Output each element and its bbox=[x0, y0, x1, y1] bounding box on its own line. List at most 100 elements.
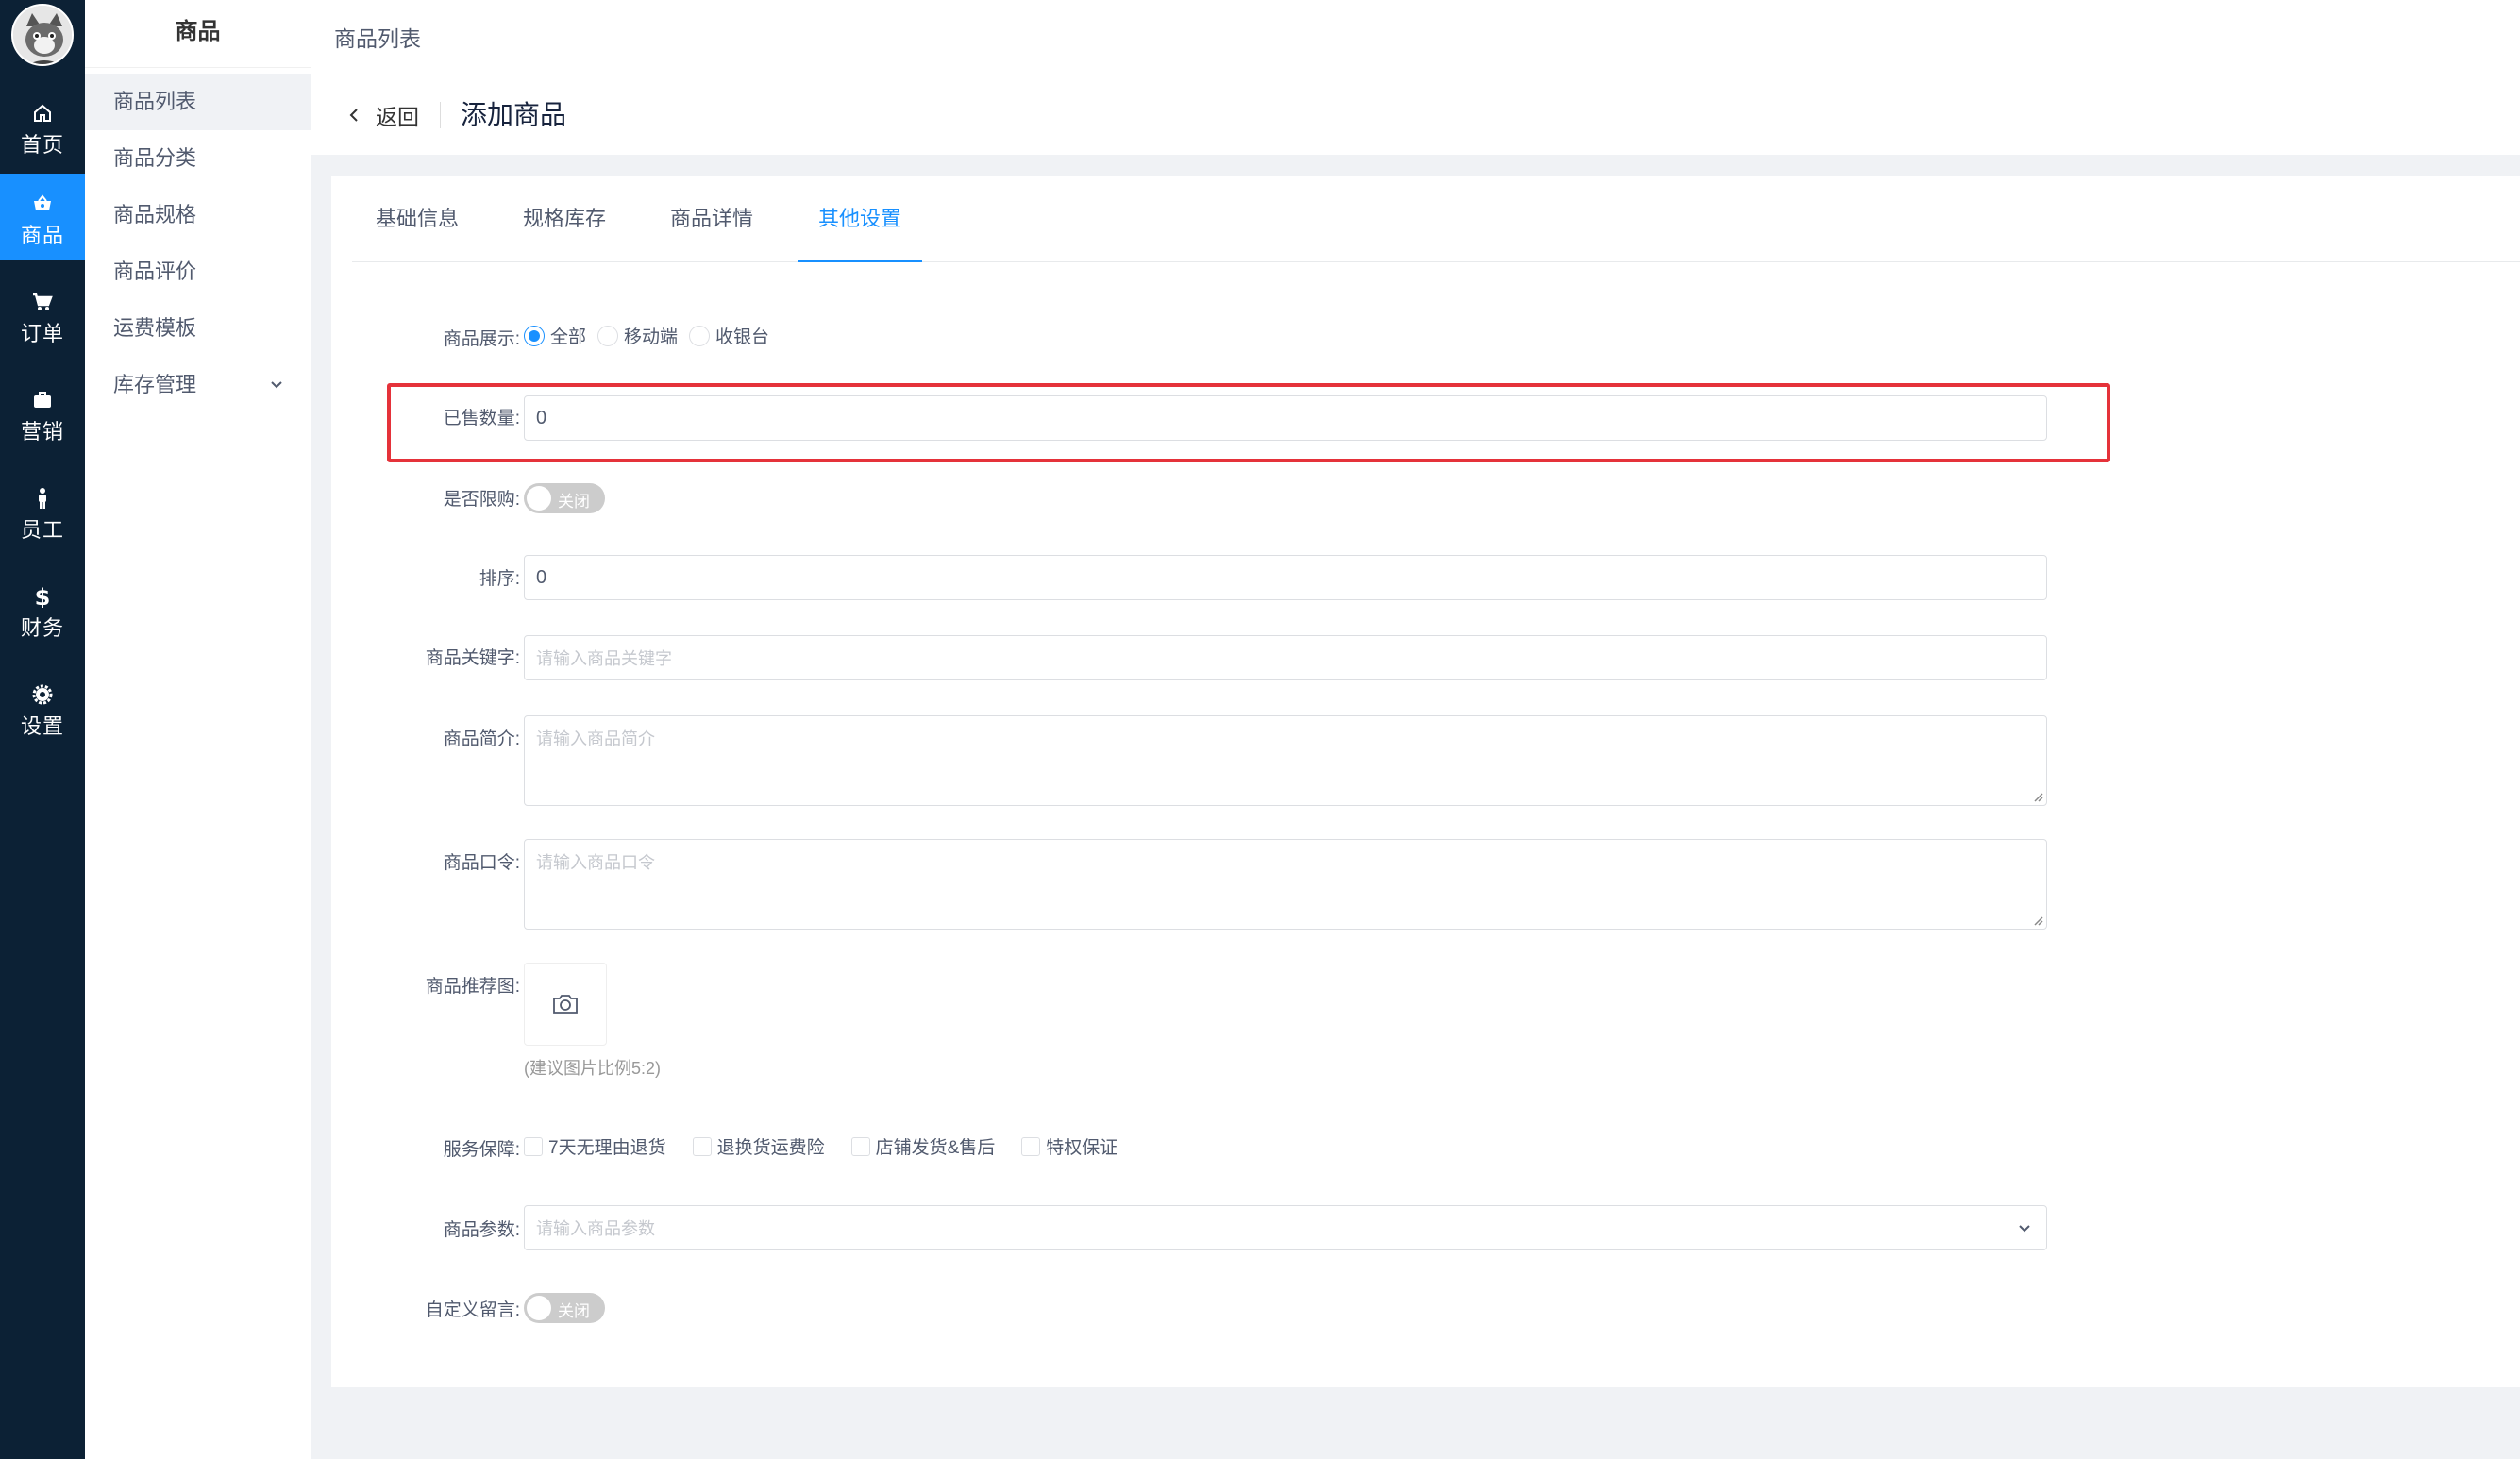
home-icon bbox=[34, 104, 51, 122]
display-option-mobile[interactable]: 移动端 bbox=[597, 323, 678, 348]
resize-handle-icon[interactable] bbox=[2032, 914, 2043, 926]
service-option-7day-return[interactable]: 7天无理由退货 bbox=[524, 1133, 666, 1159]
service-option-return-insurance[interactable]: 退换货运费险 bbox=[692, 1133, 825, 1159]
limit-switch[interactable]: 关闭 bbox=[524, 483, 605, 513]
option-label: 收银台 bbox=[715, 327, 770, 347]
option-label: 特权保证 bbox=[1046, 1138, 1118, 1158]
nav-goods[interactable]: 商品 bbox=[0, 174, 85, 260]
back-label: 返回 bbox=[376, 105, 419, 129]
tab-spec-stock[interactable]: 规格库存 bbox=[518, 176, 611, 262]
submenu-item-label: 商品分类 bbox=[113, 146, 197, 170]
limit-label: 是否限购: bbox=[443, 490, 520, 510]
radio-icon bbox=[689, 325, 711, 346]
nav-home-label: 首页 bbox=[20, 133, 64, 157]
tab-basic-info[interactable]: 基础信息 bbox=[371, 176, 463, 262]
submenu-item-goods-spec[interactable]: 商品规格 bbox=[85, 187, 311, 243]
image-upload[interactable] bbox=[524, 963, 607, 1046]
display-option-all[interactable]: 全部 bbox=[524, 323, 586, 348]
password-label: 商品口令: bbox=[443, 853, 520, 873]
password-textarea[interactable]: 请输入商品口令 bbox=[524, 839, 2047, 930]
option-label: 移动端 bbox=[624, 327, 679, 347]
nav-goods-label: 商品 bbox=[20, 224, 64, 247]
submenu-item-goods-review[interactable]: 商品评价 bbox=[85, 243, 311, 300]
option-label: 全部 bbox=[550, 327, 587, 347]
nav-staff[interactable]: 员工 bbox=[0, 468, 85, 555]
submenu-item-label: 库存管理 bbox=[113, 373, 197, 396]
image-hint: (建议图片比例5:2) bbox=[524, 1059, 662, 1078]
submenu-item-label: 商品评价 bbox=[113, 260, 197, 283]
submenu-title: 商品 bbox=[85, 0, 311, 68]
radio-checked-icon bbox=[524, 325, 545, 346]
cart-icon bbox=[33, 293, 53, 310]
submenu-item-goods-list[interactable]: 商品列表 bbox=[85, 74, 311, 130]
checkbox-icon bbox=[850, 1136, 870, 1156]
params-select[interactable]: 请输入商品参数 bbox=[524, 1205, 2047, 1250]
message-switch[interactable]: 关闭 bbox=[524, 1293, 605, 1323]
intro-label: 商品简介: bbox=[443, 730, 520, 749]
gear-icon bbox=[32, 684, 53, 705]
nav-settings-label: 设置 bbox=[20, 714, 64, 738]
display-radio-group: 全部 移动端 收银台 bbox=[524, 323, 781, 348]
intro-textarea[interactable]: 请输入商品简介 bbox=[524, 715, 2047, 806]
tab-goods-detail[interactable]: 商品详情 bbox=[665, 176, 758, 262]
intro-placeholder: 请输入商品简介 bbox=[536, 730, 655, 748]
submenu-item-goods-category[interactable]: 商品分类 bbox=[85, 130, 311, 187]
submenu-item-shipping-template[interactable]: 运费模板 bbox=[85, 300, 311, 357]
person-icon bbox=[39, 488, 46, 509]
icon-sidebar: 首页 商品 订单 营销 员工 $ 财务 设置 bbox=[0, 0, 85, 1459]
resize-handle-icon[interactable] bbox=[2032, 791, 2043, 802]
nav-settings[interactable]: 设置 bbox=[0, 664, 85, 751]
switch-knob bbox=[527, 486, 551, 511]
submenu: 商品 商品列表 商品分类 商品规格 商品评价 运费模板 库存管理 bbox=[85, 0, 311, 1459]
password-placeholder: 请输入商品口令 bbox=[536, 853, 655, 872]
back-button[interactable]: 返回 bbox=[345, 98, 441, 132]
nav-finance[interactable]: $ 财务 bbox=[0, 566, 85, 653]
nav-marketing-label: 营销 bbox=[20, 420, 64, 444]
radio-icon bbox=[597, 325, 619, 346]
submenu-item-inventory[interactable]: 库存管理 bbox=[85, 357, 311, 413]
switch-text: 关闭 bbox=[558, 1302, 590, 1320]
basket-icon bbox=[34, 194, 51, 210]
nav-home[interactable]: 首页 bbox=[0, 83, 85, 170]
params-label: 商品参数: bbox=[443, 1220, 520, 1240]
checkbox-icon bbox=[1021, 1136, 1041, 1156]
service-option-shop-aftersale[interactable]: 店铺发货&售后 bbox=[850, 1133, 995, 1159]
nav-staff-label: 员工 bbox=[20, 518, 64, 542]
nav-finance-label: 财务 bbox=[20, 616, 64, 640]
chevron-down-icon bbox=[271, 381, 282, 389]
chevron-down-icon bbox=[2019, 1225, 2030, 1233]
switch-knob bbox=[527, 1296, 551, 1320]
breadcrumb[interactable]: 商品列表 bbox=[334, 21, 421, 53]
camera-icon bbox=[553, 995, 578, 1014]
display-option-cashier[interactable]: 收银台 bbox=[689, 323, 769, 348]
keywords-label: 商品关键字: bbox=[425, 648, 520, 668]
service-option-privilege[interactable]: 特权保证 bbox=[1021, 1133, 1117, 1159]
keywords-input[interactable]: 请输入商品关键字 bbox=[524, 635, 2047, 680]
option-label: 退换货运费险 bbox=[716, 1138, 825, 1158]
avatar[interactable] bbox=[11, 4, 74, 66]
option-label: 7天无理由退货 bbox=[548, 1138, 666, 1158]
svg-text:$: $ bbox=[35, 585, 51, 608]
recommend-label: 商品推荐图: bbox=[425, 977, 520, 997]
top-header: 商品列表 bbox=[311, 0, 2520, 75]
checkbox-icon bbox=[692, 1136, 712, 1156]
submenu-item-label: 商品规格 bbox=[113, 203, 197, 226]
checkbox-icon bbox=[524, 1136, 543, 1156]
message-label: 自定义留言: bbox=[425, 1300, 520, 1320]
service-label: 服务保障: bbox=[443, 1140, 520, 1160]
form-card: 基础信息 规格库存 商品详情 其他设置 商品展示: 全部 移动端 收银台 已售数… bbox=[331, 176, 2520, 1387]
nav-orders[interactable]: 订单 bbox=[0, 272, 85, 359]
sort-value: 0 bbox=[536, 566, 547, 588]
highlight-box bbox=[387, 383, 2110, 462]
sort-label: 排序: bbox=[479, 569, 520, 589]
page-title: 添加商品 bbox=[461, 100, 567, 129]
params-placeholder: 请输入商品参数 bbox=[536, 1219, 655, 1238]
nav-marketing[interactable]: 营销 bbox=[0, 370, 85, 457]
divider bbox=[440, 102, 441, 128]
sort-input[interactable]: 0 bbox=[524, 555, 2047, 600]
briefcase-icon bbox=[34, 392, 51, 408]
tab-other-settings[interactable]: 其他设置 bbox=[798, 176, 922, 262]
submenu-item-label: 商品列表 bbox=[113, 90, 197, 113]
chevron-left-icon bbox=[349, 109, 358, 122]
display-label: 商品展示: bbox=[443, 329, 520, 349]
